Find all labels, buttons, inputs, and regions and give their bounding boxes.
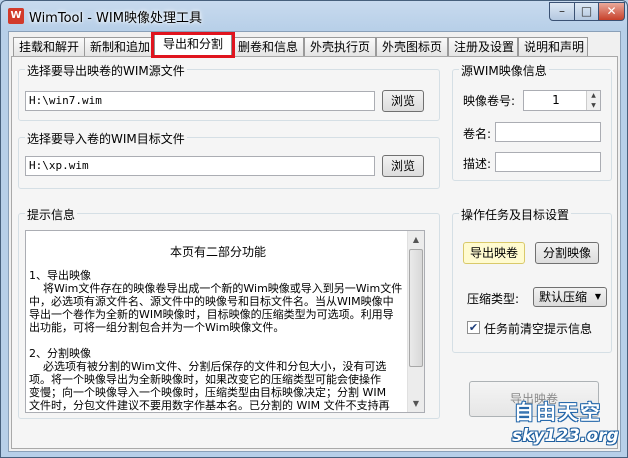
volume-name-input[interactable] bbox=[495, 122, 601, 142]
watermark-logo: 自由天空 sky123.org bbox=[510, 396, 628, 456]
target-browse-button[interactable]: 浏览 bbox=[382, 155, 424, 177]
scroll-down-icon[interactable]: ▼ bbox=[408, 395, 424, 412]
hint-line: 导出一个卷作为全新的WIM映像时，目标映像的压缩类型为可选项。利用导 bbox=[29, 308, 394, 321]
volume-spin-buttons[interactable]: ▲ ▼ bbox=[586, 91, 600, 110]
split-image-option[interactable]: 分割映像 bbox=[535, 242, 599, 264]
close-button[interactable]: ✕ bbox=[598, 2, 625, 21]
tab-export-split[interactable]: 导出和分割 bbox=[154, 34, 232, 57]
hint-line bbox=[26, 334, 424, 347]
hint-heading: 本页有二部分功能 bbox=[169, 245, 266, 259]
hint-line: 项。将一个映像导出为全新映像时，如果改变它的压缩类型可能会使操作 bbox=[29, 373, 381, 386]
hint-line: 将Wim文件存在的映像卷导出成一个新的Wim映像或导入到另一Wim文件 bbox=[29, 282, 403, 295]
tab-register-settings[interactable]: 注册及设置 bbox=[448, 37, 518, 56]
volume-number-spinner[interactable]: 1 ▲ ▼ bbox=[523, 90, 601, 111]
tab-create[interactable]: 新制和追加 bbox=[84, 37, 154, 56]
hint-line: 中，必选项有源文件名、源文件中的映像号和目标文件名。当从WIM映像中 bbox=[29, 295, 394, 308]
tab-mount[interactable]: 挂载和解开 bbox=[13, 37, 85, 56]
maximize-button[interactable]: □ bbox=[574, 2, 599, 21]
task-group: 操作任务及目标设置 导出映卷 分割映像 压缩类型: 默认压缩 ▼ ✔ 任务前清空… bbox=[452, 206, 612, 353]
hint-group: 提示信息 本页有二部分功能 1、导出映像 将Wim文件存在的映像卷导出成一个新的… bbox=[18, 206, 440, 419]
window-title: WimTool - WIM映像处理工具 bbox=[29, 11, 202, 26]
minimize-button[interactable]: – bbox=[549, 2, 575, 21]
source-info-title: 源WIM映像信息 bbox=[459, 62, 549, 79]
export-volume-option[interactable]: 导出映卷 bbox=[463, 242, 525, 264]
scroll-up-icon[interactable]: ▲ bbox=[408, 231, 424, 248]
hint-line: 文件时，分包文件建议不要用数字作基本名。已分割的 WIM 文件不支持再 bbox=[29, 399, 390, 412]
description-input[interactable] bbox=[495, 152, 601, 172]
clear-hints-checkbox[interactable]: ✔ bbox=[467, 321, 480, 334]
hint-textarea[interactable]: 本页有二部分功能 1、导出映像 将Wim文件存在的映像卷导出成一个新的Wim映像… bbox=[25, 230, 425, 413]
volume-number-label: 映像卷号: bbox=[463, 94, 516, 108]
app-icon[interactable]: W bbox=[8, 8, 24, 24]
description-label: 描述: bbox=[463, 157, 492, 171]
hint-line: 变慢；向一个映像导入一个映像时，压缩类型由目标映像决定；分割 WIM bbox=[29, 386, 387, 399]
watermark-line2: sky123.org bbox=[512, 426, 619, 446]
source-browse-button[interactable]: 浏览 bbox=[382, 90, 424, 112]
target-wim-title: 选择要导入卷的WIM目标文件 bbox=[25, 130, 187, 147]
hint-scrollbar[interactable]: ▲ ▼ bbox=[407, 231, 424, 412]
scroll-thumb[interactable] bbox=[409, 249, 423, 367]
source-wim-group: 选择要导出映卷的WIM源文件 H:\win7.wim 浏览 bbox=[18, 62, 440, 121]
compress-type-select[interactable]: 默认压缩 ▼ bbox=[533, 287, 607, 307]
spin-down-icon[interactable]: ▼ bbox=[587, 100, 600, 110]
chevron-down-icon: ▼ bbox=[594, 292, 601, 301]
title-bar[interactable]: W WimTool - WIM映像处理工具 – □ ✕ bbox=[1, 1, 627, 31]
hint-line: 出功能，可将一组分割包合并为一个Wim映像文件。 bbox=[29, 321, 285, 334]
main-window: W WimTool - WIM映像处理工具 – □ ✕ 挂载和解开 新制和追加 … bbox=[0, 0, 628, 458]
target-path-input[interactable]: H:\xp.wim bbox=[25, 156, 375, 176]
volume-number-value: 1 bbox=[552, 93, 560, 107]
tab-shell-exec[interactable]: 外壳执行页 bbox=[304, 37, 376, 56]
compress-type-label: 压缩类型: bbox=[467, 292, 520, 306]
client-area: 挂载和解开 新制和追加 导出和分割 删卷和信息 外壳执行页 外壳图标页 注册及设… bbox=[8, 31, 621, 452]
source-wim-title: 选择要导出映卷的WIM源文件 bbox=[25, 62, 187, 79]
source-path-input[interactable]: H:\win7.wim bbox=[25, 91, 375, 111]
task-title: 操作任务及目标设置 bbox=[459, 206, 572, 223]
hint-line: 2、分割映像 bbox=[29, 347, 91, 360]
hint-line: 1、导出映像 bbox=[29, 269, 91, 282]
source-info-group: 源WIM映像信息 映像卷号: 1 ▲ ▼ 卷名: 描述: bbox=[452, 62, 612, 181]
compress-type-value: 默认压缩 bbox=[539, 290, 588, 304]
watermark-line1: 自由天空 bbox=[514, 400, 602, 424]
tab-shell-icon[interactable]: 外壳图标页 bbox=[376, 37, 448, 56]
volume-name-label: 卷名: bbox=[463, 127, 492, 141]
target-wim-group: 选择要导入卷的WIM目标文件 H:\xp.wim 浏览 bbox=[18, 130, 440, 189]
hint-title: 提示信息 bbox=[25, 206, 78, 223]
tab-about[interactable]: 说明和声明 bbox=[518, 37, 588, 56]
tab-delete-info[interactable]: 删卷和信息 bbox=[232, 37, 304, 56]
tab-page-export-split: 选择要导出映卷的WIM源文件 H:\win7.wim 浏览 选择要导入卷的WIM… bbox=[11, 56, 618, 449]
clear-hints-label[interactable]: 任务前清空提示信息 bbox=[484, 320, 592, 337]
spin-up-icon[interactable]: ▲ bbox=[587, 91, 600, 101]
hint-line: 必选项有被分割的Wim文件、分割后保存的文件和分包大小，没有可选 bbox=[29, 360, 387, 373]
